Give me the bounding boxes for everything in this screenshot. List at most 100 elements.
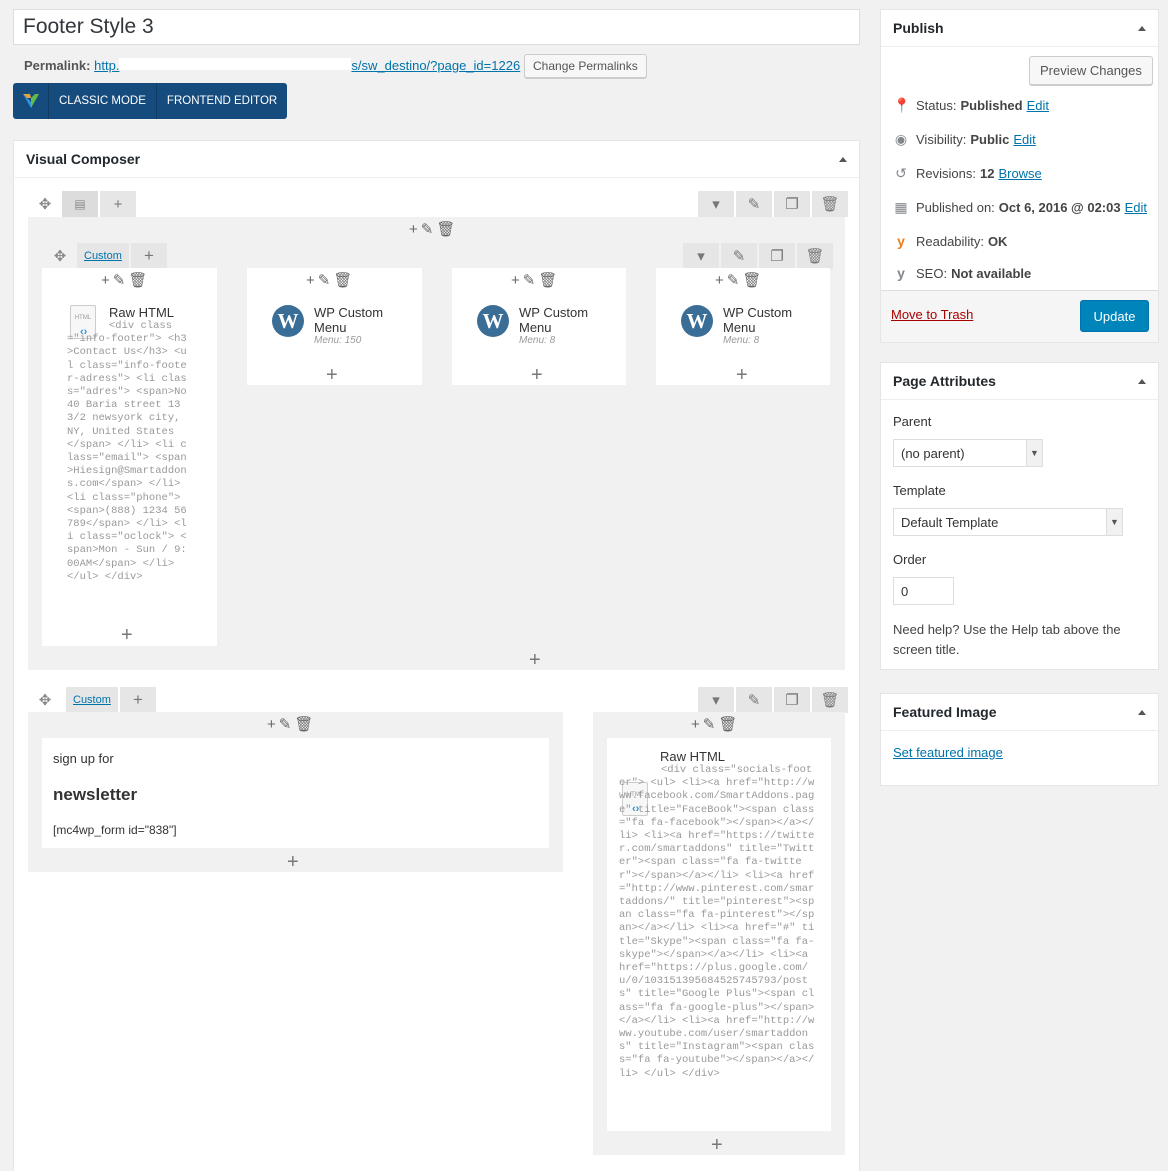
vc-mode-bar: CLASSIC MODE FRONTEND EDITOR (13, 83, 288, 119)
yoast-seo-icon: y (897, 265, 905, 281)
collapse-toggle-icon[interactable] (839, 156, 847, 162)
row2-col1-tools[interactable]: +✎🗑 (267, 715, 316, 733)
visual-composer-title: Visual Composer (26, 151, 141, 167)
featured-image-box: Featured Image (880, 693, 1159, 786)
raw-html-title: Raw HTML (109, 305, 175, 320)
collapse-toggle-icon[interactable] (1138, 25, 1146, 31)
raw-html-code[interactable]: <div class="socials-footer"> <ul> <li><a… (619, 764, 817, 1081)
drag-handle-icon[interactable]: ✥ (30, 191, 60, 217)
vc-logo-icon (13, 83, 49, 119)
order-label: Order (893, 552, 927, 567)
order-input[interactable]: 0 (893, 577, 954, 605)
row1-add-element[interactable]: + (529, 650, 541, 670)
visibility-row: ◉ Visibility: Public Edit (894, 131, 1036, 147)
text-block[interactable]: sign up for newsletter [mc4wp_form id="8… (42, 738, 549, 848)
col1-tools[interactable]: +✎🗑 (101, 271, 150, 289)
visibility-edit-link[interactable]: Edit (1013, 132, 1035, 147)
row2-col1-add-element[interactable]: + (287, 852, 299, 872)
row2-col2-tools[interactable]: +✎🗑 (691, 715, 740, 733)
inner-drag-icon[interactable]: ✥ (45, 243, 75, 269)
raw-html-title: Raw HTML (660, 749, 726, 764)
permalink-label: Permalink: (24, 58, 91, 73)
set-featured-image-link[interactable]: Set featured image (893, 745, 1003, 760)
row2-controls-right: ▾ ✎ ❐ 🗑 (698, 687, 848, 713)
chevron-down-icon: ▼ (1106, 509, 1122, 535)
col3-add-element[interactable]: + (531, 365, 543, 385)
inner-add-button[interactable]: + (130, 243, 167, 269)
yoast-readability-icon: y (897, 233, 905, 249)
wp-menu-sub: Menu: 8 (723, 335, 760, 346)
row2-custom-link[interactable]: Custom (66, 687, 118, 713)
template-label: Template (893, 483, 946, 498)
inner-row-custom-link[interactable]: Custom (77, 243, 129, 269)
publish-title: Publish (893, 20, 944, 36)
col4-add-element[interactable]: + (736, 365, 748, 385)
calendar-icon: ▦ (894, 199, 908, 215)
delete-row-icon[interactable]: 🗑 (812, 191, 848, 217)
classic-mode-button[interactable]: CLASSIC MODE (49, 83, 157, 119)
collapse-toggle-icon[interactable] (1138, 378, 1146, 384)
change-permalinks-button[interactable]: Change Permalinks (524, 54, 647, 78)
wp-menu-sub: Menu: 150 (314, 335, 362, 346)
wp-menu-title: WP Custom Menu (314, 305, 384, 335)
readability-row: y Readability: OK (893, 233, 1007, 249)
permalink-link[interactable]: http. s/sw_destino/?page_id=1226 (94, 58, 520, 73)
inner-row-controls-right: ▾ ✎ ❐ 🗑 (683, 243, 833, 269)
inner-row-tab: ✥ Custom + (45, 243, 167, 269)
shortcode-text: [mc4wp_form id="838"] (53, 823, 177, 837)
clone-row-icon[interactable]: ❐ (774, 687, 810, 713)
frontend-editor-button[interactable]: FRONTEND EDITOR (157, 83, 287, 119)
clone-row-icon[interactable]: ❐ (774, 191, 810, 217)
published-edit-link[interactable]: Edit (1125, 200, 1147, 215)
col4-tools[interactable]: +✎🗑 (715, 271, 764, 289)
text-small: sign up for (53, 751, 114, 766)
wp-menu-sub: Menu: 8 (519, 335, 556, 346)
row2-add-button[interactable]: + (119, 687, 156, 713)
status-row: 📍 Status: Published Edit (893, 97, 1049, 113)
row1-controls-left: ✥ ▤ + (30, 191, 136, 217)
parent-select[interactable]: (no parent) ▼ (893, 439, 1043, 467)
history-icon: ↺ (895, 165, 907, 181)
layout-icon[interactable]: ▤ (62, 191, 98, 217)
inner-delete-icon[interactable]: 🗑 (797, 243, 833, 269)
inner-clone-icon[interactable]: ❐ (759, 243, 795, 269)
post-title-input[interactable]: Footer Style 3 (13, 9, 860, 45)
row2-col2-add-element[interactable]: + (711, 1135, 723, 1155)
pin-icon: 📍 (893, 97, 911, 113)
edit-row-icon[interactable]: ✎ (736, 191, 772, 217)
template-select[interactable]: Default Template ▼ (893, 508, 1123, 536)
wp-menu-title: WP Custom Menu (519, 305, 589, 335)
permalink-row: Permalink: http. s/sw_destino/?page_id=12… (24, 58, 520, 73)
wp-menu-title: WP Custom Menu (723, 305, 793, 335)
move-to-trash-link[interactable]: Move to Trash (891, 307, 973, 322)
help-text: Need help? Use the Help tab above the sc… (893, 622, 1121, 657)
dropdown-icon[interactable]: ▾ (698, 191, 734, 217)
preview-changes-button[interactable]: Preview Changes (1029, 56, 1153, 85)
wordpress-icon: W (477, 305, 509, 337)
collapse-toggle-icon[interactable] (1138, 709, 1146, 715)
delete-row-icon[interactable]: 🗑 (812, 687, 848, 713)
published-on-row: ▦ Published on: Oct 6, 2016 @ 02:03 Edit (894, 199, 1147, 215)
drag-handle-icon[interactable]: ✥ (30, 687, 60, 713)
featured-image-title: Featured Image (893, 704, 997, 720)
row1-column-tools[interactable]: +✎🗑 (409, 220, 458, 238)
col1-add-element[interactable]: + (121, 625, 133, 645)
dropdown-icon[interactable]: ▾ (698, 687, 734, 713)
chevron-down-icon: ▼ (1026, 440, 1042, 466)
page-attributes-title: Page Attributes (893, 373, 996, 389)
row1-controls-right: ▾ ✎ ❐ 🗑 (698, 191, 848, 217)
status-edit-link[interactable]: Edit (1027, 98, 1049, 113)
col3-tools[interactable]: +✎🗑 (511, 271, 560, 289)
row2-controls-left: ✥ (30, 687, 60, 713)
col2-add-element[interactable]: + (326, 365, 338, 385)
add-column-button[interactable]: + (100, 191, 136, 217)
raw-html-code[interactable]: <div class="info-footer"> <h3>Contact Us… (67, 320, 189, 584)
revisions-browse-link[interactable]: Browse (998, 166, 1041, 181)
inner-dropdown-icon[interactable]: ▾ (683, 243, 719, 269)
update-button[interactable]: Update (1080, 300, 1149, 332)
edit-row-icon[interactable]: ✎ (736, 687, 772, 713)
revisions-row: ↺ Revisions: 12 Browse (893, 165, 1042, 182)
col2-tools[interactable]: +✎🗑 (306, 271, 355, 289)
seo-row: y SEO: Not available (893, 265, 1031, 281)
inner-edit-icon[interactable]: ✎ (721, 243, 757, 269)
